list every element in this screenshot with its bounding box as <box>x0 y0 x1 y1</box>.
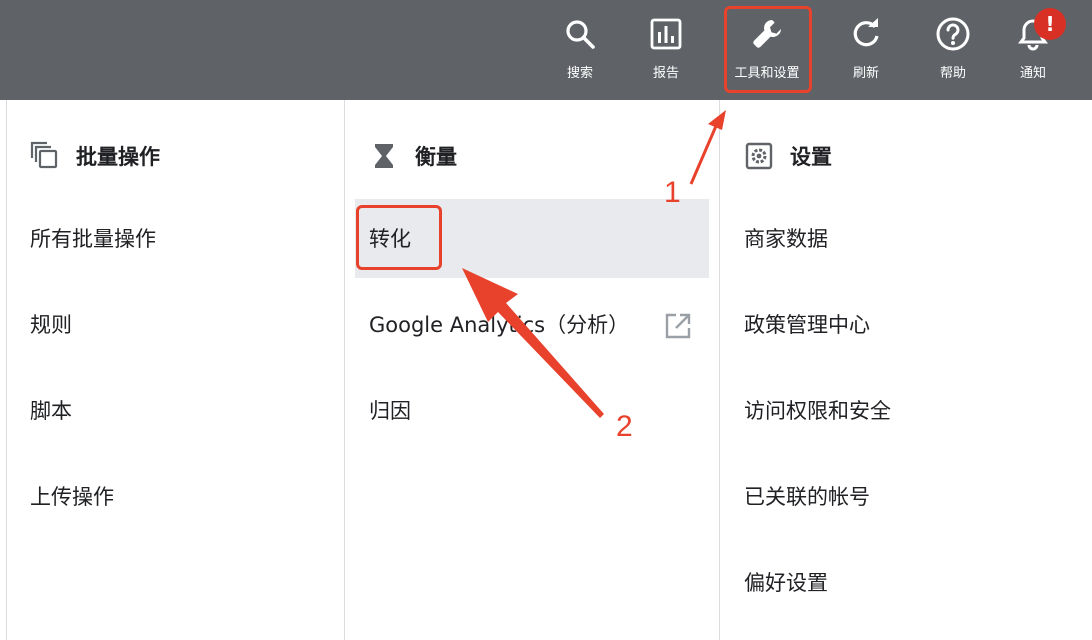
notification-badge: ! <box>1034 8 1066 40</box>
menu-item-all-bulk-actions[interactable]: 所有批量操作 <box>30 221 156 257</box>
gear-icon <box>744 141 774 171</box>
annotation-box-conversions <box>356 205 442 270</box>
help-button[interactable]: 帮助 <box>921 0 985 100</box>
settings-title: 设置 <box>790 145 832 169</box>
column-divider <box>344 100 345 640</box>
bulk-actions-header: 批量操作 <box>30 138 160 174</box>
menu-item-rules[interactable]: 规则 <box>30 307 72 343</box>
panel-left-border <box>6 100 7 640</box>
refresh-label: 刷新 <box>852 66 879 81</box>
help-label: 帮助 <box>939 66 966 81</box>
search-label: 搜索 <box>566 66 593 81</box>
menu-item-attribution[interactable]: 归因 <box>369 393 411 429</box>
measurement-header: 衡量 <box>369 138 457 174</box>
bar-chart-icon <box>648 16 684 52</box>
reports-label: 报告 <box>652 66 679 81</box>
annotation-step-2: 2 <box>616 410 633 443</box>
external-link-icon <box>664 312 692 340</box>
copy-icon <box>30 141 60 171</box>
search-icon <box>562 16 598 52</box>
menu-item-policy-manager[interactable]: 政策管理中心 <box>744 307 870 343</box>
reports-button[interactable]: 报告 <box>634 0 698 100</box>
menu-item-preferences[interactable]: 偏好设置 <box>744 565 828 601</box>
bulk-actions-column: 批量操作 所有批量操作 规则 脚本 上传操作 <box>30 100 330 640</box>
measurement-column: 衡量 转化 Google Analytics（分析） 归因 <box>369 100 699 640</box>
search-button[interactable]: 搜索 <box>548 0 612 100</box>
settings-column: 设置 商家数据 政策管理中心 访问权限和安全 已关联的帐号 偏好设置 <box>744 100 1074 640</box>
menu-item-scripts[interactable]: 脚本 <box>30 393 72 429</box>
menu-item-linked-accounts[interactable]: 已关联的帐号 <box>744 479 870 515</box>
refresh-button[interactable]: 刷新 <box>834 0 898 100</box>
notifications-label: 通知 <box>1019 66 1046 81</box>
menu-item-uploads[interactable]: 上传操作 <box>30 479 114 515</box>
settings-header: 设置 <box>744 138 832 174</box>
refresh-icon <box>848 16 884 52</box>
top-toolbar: 搜索 报告 工具和设置 刷新 帮助 通知 ! <box>0 0 1092 100</box>
measurement-title: 衡量 <box>415 145 457 169</box>
annotation-box-tools <box>724 6 812 93</box>
annotation-step-1: 1 <box>664 176 681 209</box>
menu-item-access-and-security[interactable]: 访问权限和安全 <box>744 393 891 429</box>
column-divider <box>719 100 720 640</box>
help-icon <box>935 16 971 52</box>
menu-item-google-analytics[interactable]: Google Analytics（分析） <box>369 307 629 343</box>
menu-item-business-data[interactable]: 商家数据 <box>744 221 828 257</box>
hourglass-icon <box>369 141 399 171</box>
bulk-actions-title: 批量操作 <box>76 145 160 169</box>
